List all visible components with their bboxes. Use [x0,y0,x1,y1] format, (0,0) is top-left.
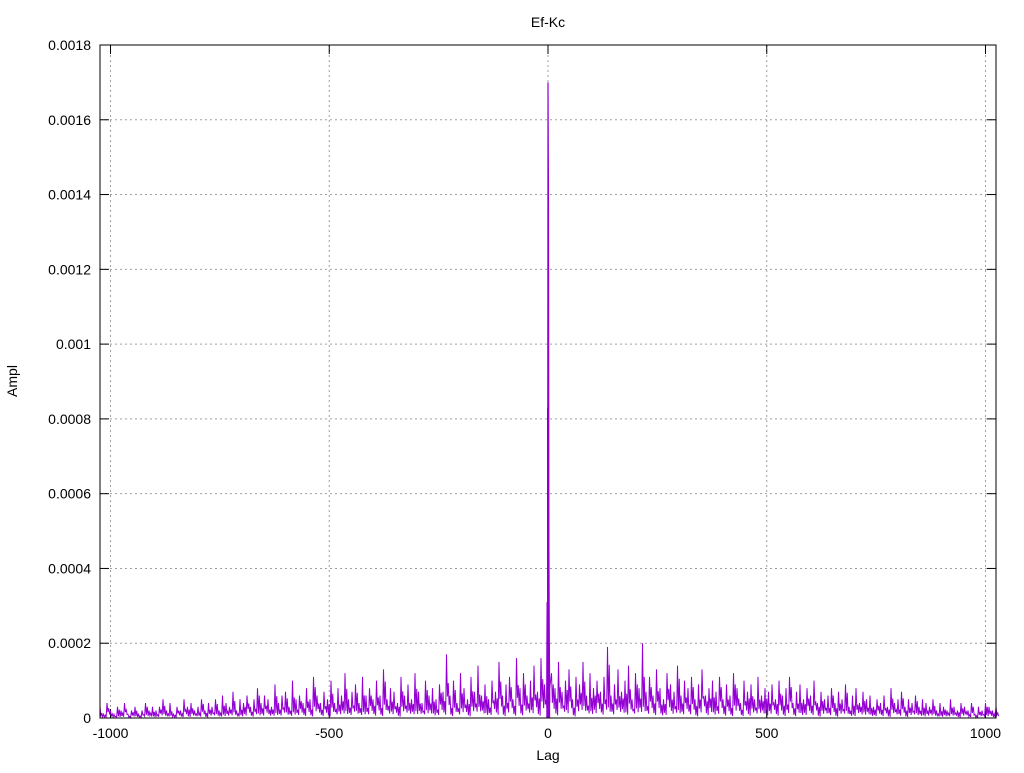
y-tick-label: 0.0016 [48,112,91,128]
y-axis-label: Ampl [4,365,20,397]
chart: Ef-Kc Ampl Lag 0 0.0002 0.0004 0.0006 0.0008… [4,14,1001,763]
y-tick-label: 0 [83,710,91,726]
x-tick-label: -1000 [93,725,129,741]
x-axis-label: Lag [536,747,559,763]
data-marks [99,82,1000,719]
y-tick-label: 0.0012 [48,261,91,277]
y-tick-label: 0.0008 [48,411,91,427]
x-tick-label: -500 [315,725,343,741]
y-tick-label: 0.0002 [48,635,91,651]
y-tick-label: 0.0018 [48,37,91,53]
y-tick-label: 0.001 [56,336,91,352]
x-tick-label: 500 [755,725,779,741]
x-tick-label: 1000 [970,725,1001,741]
y-tick-label: 0.0014 [48,187,91,203]
y-tick-label: 0.0006 [48,486,91,502]
x-tick-label: 0 [544,725,552,741]
ticks: 0 0.0002 0.0004 0.0006 0.0008 0.001 0.0012 0.00… [48,37,1001,741]
chart-title: Ef-Kc [531,14,565,30]
y-tick-label: 0.0004 [48,560,91,576]
